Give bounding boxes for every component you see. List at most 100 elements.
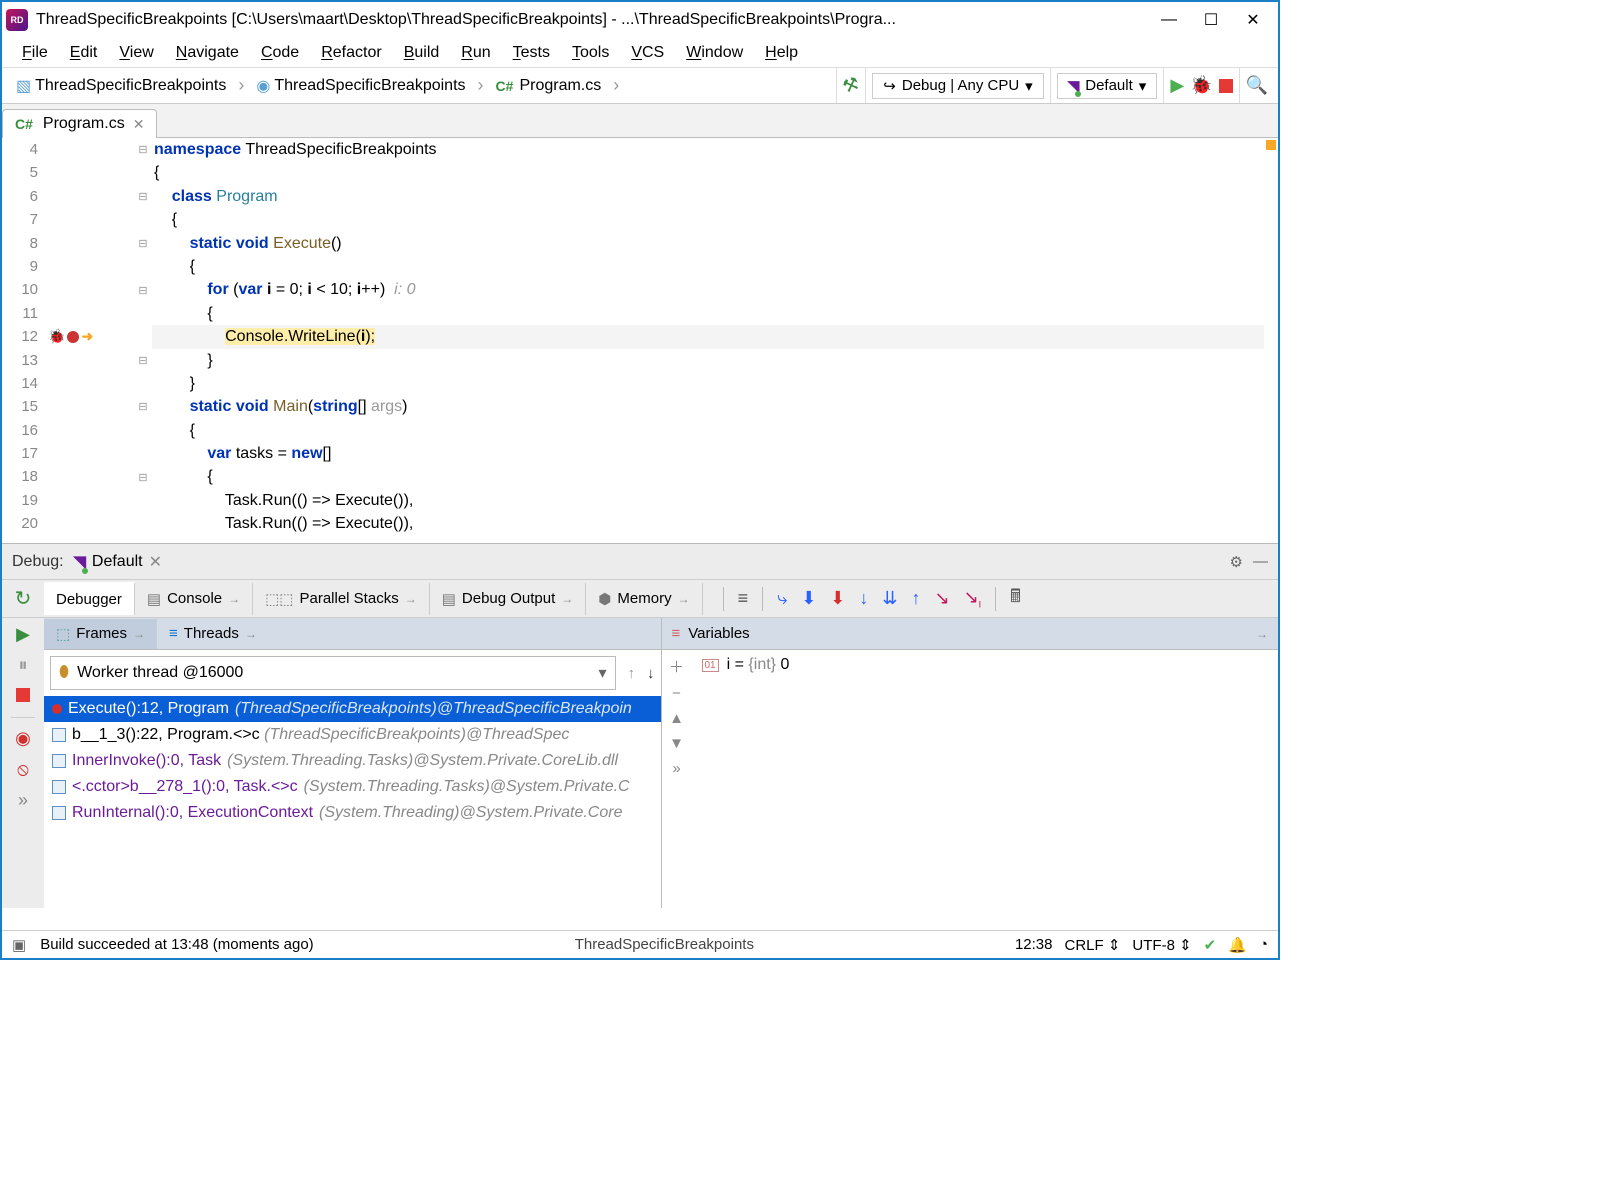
pause-button[interactable]: ⏸ [19,655,28,676]
navigation-toolbar: ▧ThreadSpecificBreakpoints › ◉ThreadSpec… [2,68,1278,104]
inspection-ok-icon[interactable]: ✔ [1204,936,1217,954]
frames-tab[interactable]: ⬚Frames→ [44,619,157,649]
line-ending-selector[interactable]: CRLF ⇕ [1065,936,1121,954]
editor-tab-program[interactable]: C# Program.cs ✕ [2,109,157,138]
app-icon: RD [6,9,28,31]
menu-tools[interactable]: Tools [562,42,619,64]
build-config-dropdown[interactable]: ↪Debug | Any CPU▾ [872,73,1043,99]
code-editor[interactable]: 4567891011121314151617181920 🐞➜ ⊟⊟⊟⊟⊟⊟⊟ … [2,138,1278,544]
debug-run-config[interactable]: ◥Default✕ [74,552,162,572]
titlebar: RD ThreadSpecificBreakpoints [C:\Users\m… [2,2,1278,38]
move-up-icon[interactable]: ▲ [669,710,684,727]
more-icon[interactable]: » [18,790,28,811]
smart-step-icon[interactable]: ⇊ [882,588,897,609]
menu-file[interactable]: File [12,42,58,64]
editor-tab-label: Program.cs [43,115,125,133]
menu-code[interactable]: Code [251,42,309,64]
feedback-icon[interactable]: ◔ [1259,936,1268,953]
menu-navigate[interactable]: Navigate [166,42,249,64]
variables-pane: ≡ Variables → ＋ − ▲ ▼ » 01 i = {int} 0 [662,618,1279,908]
run-config-dropdown[interactable]: ◥Default▾ [1057,73,1158,99]
mute-breakpoints-icon[interactable]: ⦸ [17,759,29,780]
variables-label: Variables [688,625,749,642]
overview-ruler[interactable] [1264,138,1278,543]
debug-tab-console[interactable]: ▤ Console → [135,583,253,615]
breadcrumb-1[interactable]: ◉ThreadSpecificBreakpoints [246,68,475,103]
stack-frame[interactable]: <.cctor>b__278_1():0, Task.<>c (System.T… [44,774,661,800]
move-down-icon[interactable]: ▼ [669,735,684,752]
variable-row[interactable]: 01 i = {int} 0 [692,650,1279,680]
run-to-cursor-icon[interactable]: ↘ [934,588,949,609]
notifications-icon[interactable]: 🔔 [1228,936,1247,954]
chevron-right-icon: › [476,75,486,96]
hammer-build-icon[interactable]: ⚒ [840,73,862,98]
menu-view[interactable]: View [109,42,163,64]
editor-tabs: C# Program.cs ✕ [2,104,1278,138]
step-into-icon[interactable]: ⬇ [801,588,816,609]
evaluate-icon[interactable]: 🖩 [1010,584,1021,614]
menu-edit[interactable]: Edit [60,42,108,64]
stop-debug-button[interactable] [16,686,30,707]
debug-tab-memory[interactable]: ⬢ Memory → [586,583,702,615]
chevron-down-icon: ▾ [1139,77,1147,95]
toolwindows-icon[interactable]: ▣ [12,936,26,954]
maximize-button[interactable]: ☐ [1190,5,1232,35]
minimize-button[interactable]: — [1148,5,1190,35]
chevron-right-icon: › [611,75,621,96]
debug-tab-parallel-stacks[interactable]: ⬚⬚ Parallel Stacks → [253,583,430,615]
search-icon[interactable]: 🔍 [1246,75,1268,96]
debug-toolwindow-header: Debug: ◥Default✕ ⚙ — [2,544,1278,580]
debug-body: ▶ ⏸ ◉ ⦸ » ⬚Frames→ ≡Threads→ ⬮ Worker th… [2,618,1278,908]
debug-tabs-bar: ↻ Debugger▤ Console →⬚⬚ Parallel Stacks … [2,580,1278,618]
close-button[interactable]: ✕ [1232,5,1274,35]
stack-frame[interactable]: RunInternal():0, ExecutionContext (Syste… [44,800,661,826]
force-run-to-cursor-icon[interactable]: ↘I [964,587,982,610]
step-out-icon[interactable]: ↓ [859,588,868,609]
menu-tests[interactable]: Tests [503,42,560,64]
minimize-panel-button[interactable]: — [1253,553,1268,571]
step-over-icon[interactable]: ⤷ [777,588,787,609]
breakpoint-marker[interactable]: 🐞➜ [46,325,134,348]
menu-build[interactable]: Build [394,42,450,64]
menu-refactor[interactable]: Refactor [311,42,391,64]
gear-settings-icon[interactable]: ⚙ [1230,553,1243,571]
next-frame-icon[interactable]: ↓ [641,665,661,682]
more-vars-icon[interactable]: » [672,760,680,777]
threads-tab[interactable]: ≡Threads→ [157,619,269,648]
run-button[interactable]: ▶ [1170,75,1184,96]
view-breakpoints-icon[interactable]: ◉ [15,728,31,749]
debug-tab-debugger[interactable]: Debugger [44,582,135,615]
warning-marker[interactable] [1266,140,1276,150]
stack-frame[interactable]: b__1_3():22, Program.<>c (ThreadSpecific… [44,722,661,748]
chevron-down-icon: ▾ [598,663,606,683]
step-up-icon[interactable]: ↑ [911,588,920,609]
build-status: Build succeeded at 13:48 (moments ago) [40,936,314,953]
force-step-into-icon[interactable]: ⬇ [830,588,845,609]
menu-vcs[interactable]: VCS [621,42,674,64]
stack-frame[interactable]: Execute():12, Program (ThreadSpecificBre… [44,696,661,722]
breadcrumb-0[interactable]: ▧ThreadSpecificBreakpoints [6,68,236,103]
remove-watch-icon[interactable]: − [672,685,681,702]
dock-icon[interactable]: → [1256,627,1268,641]
close-tab-icon[interactable]: ✕ [133,116,145,133]
encoding-selector[interactable]: UTF-8 ⇕ [1132,936,1191,954]
rerun-button[interactable]: ↻ [2,580,44,617]
menu-help[interactable]: Help [755,42,808,64]
resume-button[interactable]: ▶ [16,624,30,645]
menu-window[interactable]: Window [676,42,753,64]
status-context: ThreadSpecificBreakpoints [328,936,1001,953]
thread-selector[interactable]: ⬮ Worker thread @16000 ▾ [50,656,616,690]
debug-button[interactable]: 🐞 [1190,75,1212,96]
stop-button[interactable] [1219,79,1233,93]
stack-frame[interactable]: InnerInvoke():0, Task (System.Threading.… [44,748,661,774]
frames-pane: ⬚Frames→ ≡Threads→ ⬮ Worker thread @1600… [44,618,662,908]
breadcrumb-2[interactable]: C#Program.cs [486,68,612,103]
add-watch-icon[interactable]: ＋ [669,656,684,677]
prev-frame-icon[interactable]: ↑ [622,665,642,682]
debug-tab-debug-output[interactable]: ▤ Debug Output → [430,583,587,615]
debug-label: Debug: [12,553,64,571]
menu-run[interactable]: Run [451,42,500,64]
time-indicator: 12:38 [1015,936,1053,953]
show-execution-point-icon[interactable]: ≡ [738,588,749,609]
chevron-right-icon: › [236,75,246,96]
